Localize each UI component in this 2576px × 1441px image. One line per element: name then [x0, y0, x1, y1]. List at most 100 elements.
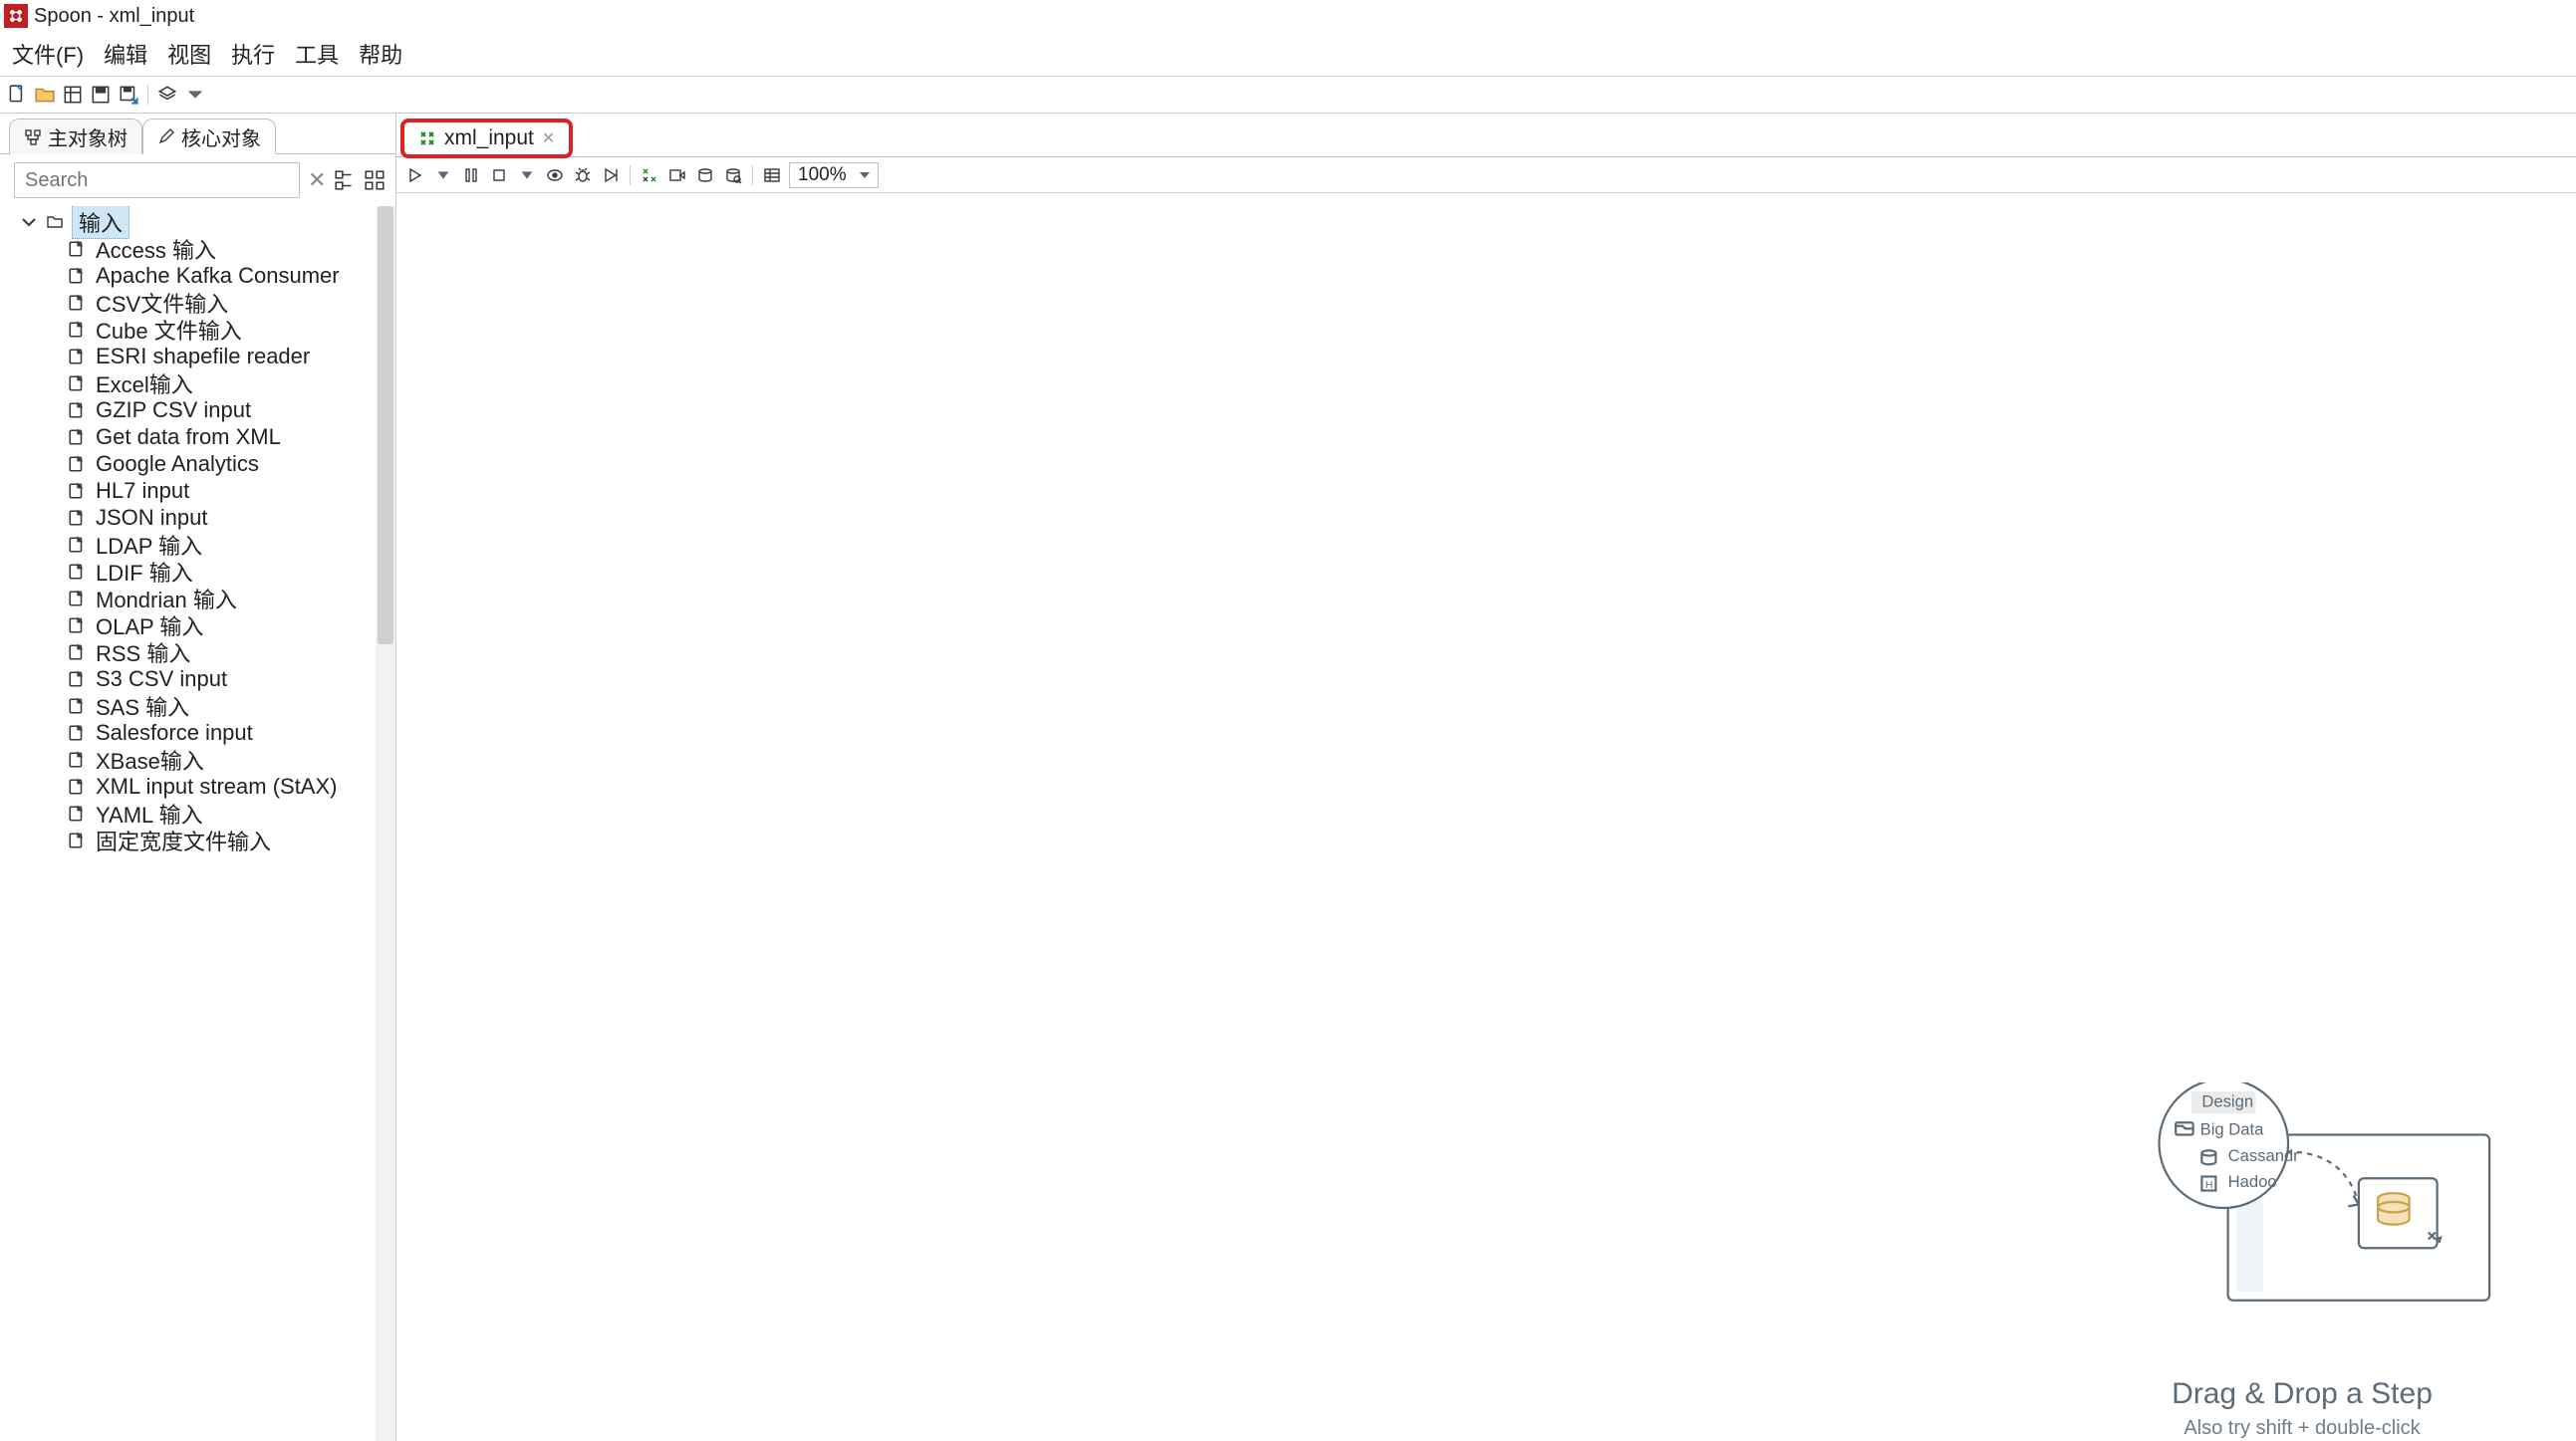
step-icon [68, 805, 86, 823]
tab-label: 主对象树 [48, 122, 128, 151]
tree-item-label: Access 输入 [96, 233, 216, 265]
menu-action[interactable]: 执行 [225, 36, 281, 72]
scrollbar-thumb[interactable] [378, 206, 393, 644]
dropdown-icon[interactable] [184, 84, 206, 106]
tree-item[interactable]: SAS 输入 [68, 692, 395, 719]
main-toolbar [0, 77, 2576, 113]
tree-item[interactable]: LDAP 输入 [68, 531, 395, 558]
run-icon[interactable] [404, 164, 426, 186]
toolbar-separator [630, 165, 631, 185]
tree-item[interactable]: HL7 input [68, 477, 395, 504]
explore-icon[interactable] [62, 84, 84, 106]
tree-scrollbar[interactable] [376, 206, 395, 1441]
save-as-icon[interactable] [118, 84, 139, 106]
editor-canvas[interactable]: Design Big Data Cassandr H Hadoo Drag & … [396, 193, 2576, 1441]
tree-item-label: 固定宽度文件输入 [96, 825, 271, 856]
tree-item[interactable]: JSON input [68, 504, 395, 531]
close-tab-icon[interactable]: ✕ [542, 128, 555, 148]
impact-icon[interactable] [666, 164, 688, 186]
right-panel: xml_input ✕ 100% [396, 114, 2576, 1441]
pause-icon[interactable] [460, 164, 482, 186]
tree-item[interactable]: Get data from XML [68, 423, 395, 450]
new-file-icon[interactable] [6, 84, 28, 106]
expand-all-icon[interactable] [334, 169, 356, 191]
tree-item-label: Salesforce input [96, 720, 253, 746]
sql-icon[interactable] [694, 164, 716, 186]
verify-icon[interactable] [639, 164, 660, 186]
step-icon [68, 240, 86, 258]
window-title: Spoon - xml_input [34, 5, 194, 28]
tree-item[interactable]: OLAP 输入 [68, 611, 395, 638]
step-icon [68, 455, 86, 473]
zoom-select[interactable]: 100% [789, 162, 879, 188]
tree-item[interactable]: YAML 输入 [68, 800, 395, 827]
tree-item[interactable]: Cube 文件输入 [68, 316, 395, 343]
perspective-icon[interactable] [156, 84, 178, 106]
menu-file[interactable]: 文件(F) [6, 36, 90, 72]
step-icon [68, 724, 86, 742]
editor-tabstrip: xml_input ✕ [396, 114, 2576, 157]
titlebar: Spoon - xml_input [0, 0, 2576, 32]
search-input[interactable] [14, 162, 300, 198]
tree-folder-input[interactable]: 输入 [14, 208, 395, 235]
step-icon [68, 751, 86, 769]
menu-view[interactable]: 视图 [161, 36, 217, 72]
tree-item-label: Excel输入 [96, 367, 193, 399]
show-results-icon[interactable] [761, 164, 783, 186]
menu-tools[interactable]: 工具 [289, 36, 345, 72]
preview-icon[interactable] [544, 164, 566, 186]
tree-item[interactable]: XML input stream (StAX) [68, 773, 395, 800]
tree-item-label: S3 CSV input [96, 666, 227, 692]
tree-item[interactable]: Excel输入 [68, 369, 395, 396]
tree-item[interactable]: Mondrian 输入 [68, 585, 395, 611]
zoom-value: 100% [798, 164, 847, 186]
tree-item[interactable]: Google Analytics [68, 450, 395, 477]
hint-lens-folder: Big Data [2200, 1120, 2264, 1139]
explore-db-icon[interactable] [722, 164, 744, 186]
tab-core-objects[interactable]: 核心对象 [142, 119, 276, 154]
tree-item[interactable]: ESRI shapefile reader [68, 343, 395, 369]
collapse-icon[interactable] [20, 213, 38, 231]
tree-item[interactable]: 固定宽度文件输入 [68, 827, 395, 853]
run-dropdown-icon[interactable] [432, 164, 454, 186]
tree-item[interactable]: Apache Kafka Consumer [68, 262, 395, 289]
tree-item[interactable]: Salesforce input [68, 719, 395, 746]
tab-main-objects[interactable]: 主对象树 [9, 119, 142, 154]
tree-item[interactable]: RSS 输入 [68, 638, 395, 665]
tree-item[interactable]: GZIP CSV input [68, 396, 395, 423]
editor-tab-xml-input[interactable]: xml_input ✕ [400, 119, 573, 158]
step-icon [68, 294, 86, 312]
stop-dropdown-icon[interactable] [516, 164, 538, 186]
step-icon [68, 563, 86, 581]
tree-item-label: Cube 文件输入 [96, 314, 242, 346]
debug-icon[interactable] [572, 164, 594, 186]
tree-item-label: Get data from XML [96, 424, 281, 450]
step-icon [68, 348, 86, 365]
left-tabs: 主对象树 核心对象 [0, 114, 395, 154]
tree-item-label: Google Analytics [96, 451, 259, 477]
open-file-icon[interactable] [34, 84, 56, 106]
save-icon[interactable] [90, 84, 112, 106]
tree-item[interactable]: S3 CSV input [68, 665, 395, 692]
tree-item-label: XBase输入 [96, 744, 204, 776]
menu-edit[interactable]: 编辑 [98, 36, 153, 72]
tree-item[interactable]: Access 输入 [68, 235, 395, 262]
toolbar-separator [147, 85, 148, 105]
step-icon [68, 590, 86, 607]
collapse-all-icon[interactable] [364, 169, 386, 191]
step-icon [68, 509, 86, 527]
tab-label: 核心对象 [181, 122, 261, 151]
stop-icon[interactable] [488, 164, 510, 186]
menubar: 文件(F) 编辑 视图 执行 工具 帮助 [0, 32, 2576, 77]
tree-item[interactable]: LDIF 输入 [68, 558, 395, 585]
tree-item-label: ESRI shapefile reader [96, 344, 310, 369]
clear-search-icon[interactable]: ✕ [308, 167, 326, 193]
tree-item[interactable]: CSV文件输入 [68, 289, 395, 316]
hint-subtitle: Also try shift + double-click [2068, 1417, 2536, 1440]
search-row: ✕ [0, 154, 395, 206]
replay-icon[interactable] [600, 164, 622, 186]
hint-lens-item2: Hadoo [2228, 1172, 2277, 1191]
menu-help[interactable]: 帮助 [353, 36, 408, 72]
tree-item[interactable]: XBase输入 [68, 746, 395, 773]
step-icon [68, 697, 86, 715]
